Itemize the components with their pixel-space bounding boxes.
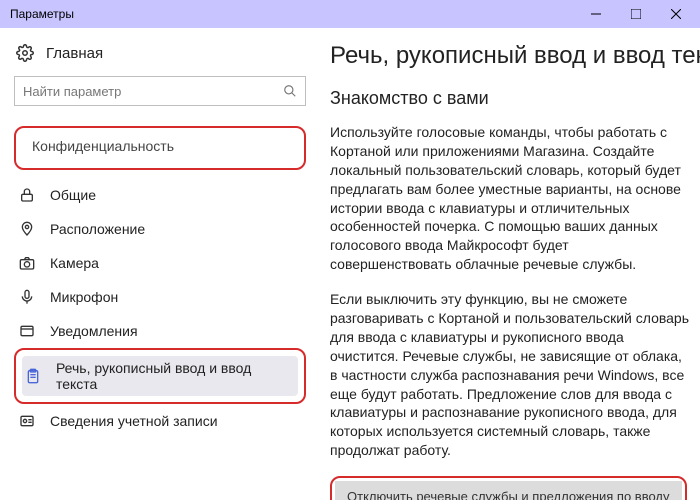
- nav-item-microphone[interactable]: Микрофон: [14, 280, 306, 314]
- home-nav[interactable]: Главная: [14, 36, 306, 76]
- description-paragraph-2: Если выключить эту функцию, вы не сможет…: [330, 290, 690, 460]
- nav-item-speech[interactable]: Речь, рукописный ввод и ввод текста: [22, 356, 298, 396]
- nav-label: Микрофон: [50, 289, 118, 305]
- search-icon: [283, 84, 297, 98]
- nav-label: Расположение: [50, 221, 145, 237]
- disable-speech-button[interactable]: Отключить речевые службы и предложения п…: [335, 481, 682, 500]
- search-placeholder: Найти параметр: [23, 84, 121, 99]
- nav-item-location[interactable]: Расположение: [14, 212, 306, 246]
- nav-label: Общие: [50, 187, 96, 203]
- nav-item-camera[interactable]: Камера: [14, 246, 306, 280]
- sidebar: Главная Найти параметр Конфиденциальност…: [0, 28, 320, 500]
- nav-label: Уведомления: [50, 323, 138, 339]
- nav-label: Сведения учетной записи: [50, 413, 218, 429]
- action-button-highlight: Отключить речевые службы и предложения п…: [330, 476, 687, 500]
- content-pane: Речь, рукописный ввод и ввод текста Знак…: [320, 28, 700, 500]
- category-header-highlight: Конфиденциальность: [14, 126, 306, 170]
- clipboard-icon: [24, 367, 42, 385]
- category-header: Конфиденциальность: [24, 132, 296, 162]
- search-input[interactable]: Найти параметр: [14, 76, 306, 106]
- page-title: Речь, рукописный ввод и ввод текста: [330, 42, 690, 70]
- camera-icon: [18, 254, 36, 272]
- gear-icon: [16, 44, 34, 62]
- notification-icon: [18, 322, 36, 340]
- nav-label: Речь, рукописный ввод и ввод текста: [56, 360, 296, 392]
- section-title: Знакомство с вами: [330, 88, 690, 109]
- nav-item-speech-highlight: Речь, рукописный ввод и ввод текста: [14, 348, 306, 404]
- nav-item-account-info[interactable]: Сведения учетной записи: [14, 404, 306, 438]
- maximize-button[interactable]: [616, 0, 656, 28]
- nav-item-general[interactable]: Общие: [14, 178, 306, 212]
- description-paragraph-1: Используйте голосовые команды, чтобы раб…: [330, 123, 690, 274]
- minimize-button[interactable]: [576, 0, 616, 28]
- window-title: Параметры: [10, 7, 576, 21]
- close-button[interactable]: [656, 0, 696, 28]
- titlebar: Параметры: [0, 0, 700, 28]
- nav-item-notifications[interactable]: Уведомления: [14, 314, 306, 348]
- location-icon: [18, 220, 36, 238]
- home-label: Главная: [46, 45, 103, 62]
- nav-label: Камера: [50, 255, 99, 271]
- lock-icon: [18, 186, 36, 204]
- microphone-icon: [18, 288, 36, 306]
- account-icon: [18, 412, 36, 430]
